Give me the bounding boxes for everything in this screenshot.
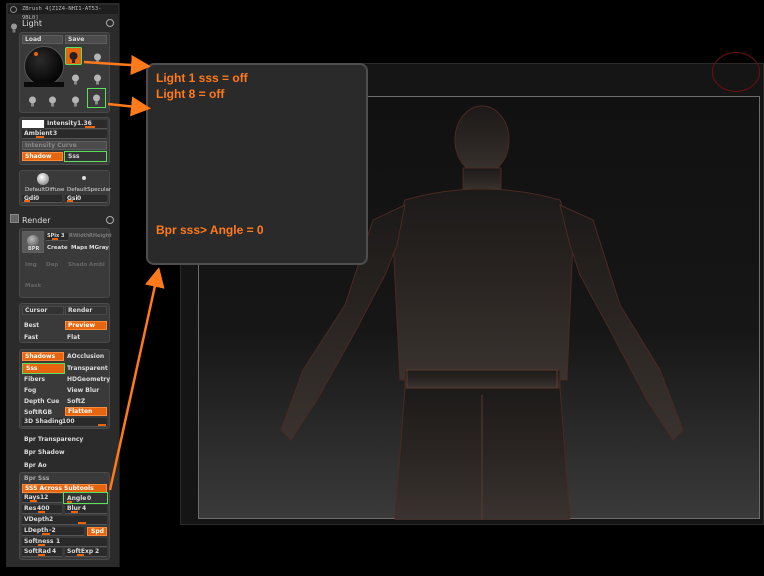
arrow-angle — [108, 267, 165, 491]
arrow-light8 — [107, 96, 151, 117]
annotation-arrows — [83, 55, 165, 491]
arrow-light1 — [83, 55, 151, 76]
